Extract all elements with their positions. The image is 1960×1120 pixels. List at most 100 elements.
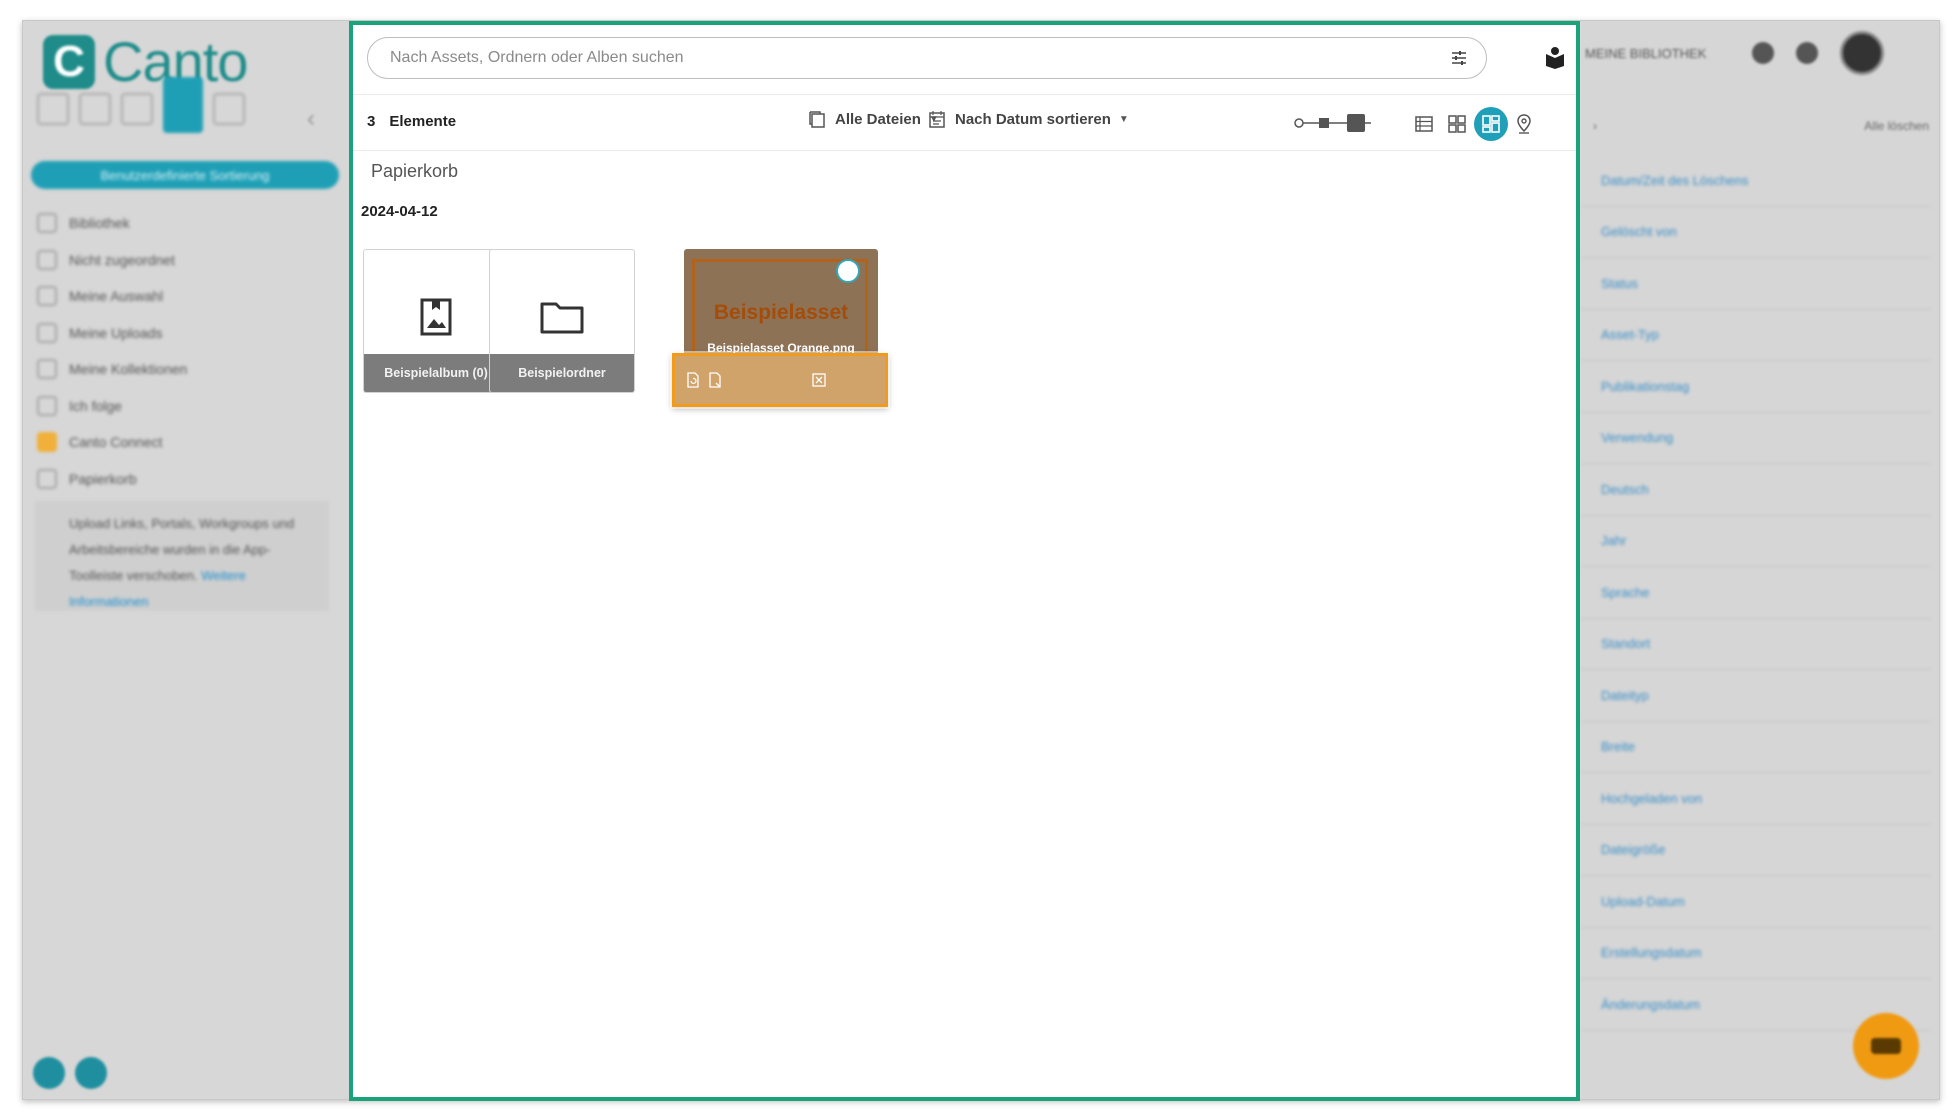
main-content-panel: Nach Assets, Ordnern oder Alben suchen 3… [349,21,1580,1101]
asset-action-bar [672,353,888,407]
select-checkbox[interactable] [836,259,860,283]
sort-dropdown[interactable]: Nach Datum sortieren ▼ [927,109,1129,129]
sidebar-footer [33,1057,107,1089]
filter-item[interactable]: Dateityp [1581,670,1931,722]
sidebar-toolbar [37,77,245,133]
files-icon [809,111,825,128]
sidebar-item-label: Nicht zugeordnet [69,251,175,268]
info-notice: Upload Links, Portals, Workgroups und Ar… [35,501,329,611]
item-count: 3 Elemente [367,113,456,130]
search-placeholder: Nach Assets, Ordnern oder Alben suchen [390,49,684,66]
selection-icon [37,286,57,307]
back-icon[interactable] [37,93,69,125]
filter-item[interactable]: Jahr [1581,516,1931,567]
grid-icon [37,249,57,270]
filter-item[interactable]: Breite [1581,722,1931,773]
calendar-icon [929,111,945,128]
left-sidebar: C Canto ‹ Benutzerdefinierte Sortierung … [23,21,349,1099]
sidebar-item-trash[interactable]: Papierkorb [37,461,337,498]
help-circle-icon[interactable] [1752,42,1775,64]
file-type-label: Alle Dateien [835,110,921,128]
list-view-icon [1415,116,1433,132]
filter-item[interactable]: Asset-Typ [1581,310,1931,361]
expand-filters-icon[interactable]: › [1593,119,1597,133]
folder-icon [540,302,584,334]
map-pin-icon [1517,114,1531,134]
sidebar-item-label: Ich folge [69,397,122,414]
sidebar-nav: Bibliothek Nicht zugeordnet Meine Auswah… [37,205,337,497]
canto-logo[interactable]: C Canto [43,29,248,94]
tile-label: Beispielalbum (0) [364,354,508,392]
filter-item[interactable]: Upload-Datum [1581,876,1931,928]
tag-icon[interactable] [121,93,153,125]
album-tile[interactable]: Beispielalbum (0) [363,249,509,393]
sidebar-item-canto-connect[interactable]: Canto Connect [37,424,337,461]
support-chat-button[interactable] [1853,1013,1919,1079]
breadcrumb[interactable]: Papierkorb [371,161,458,182]
right-filter-panel: MEINE BIBLIOTHEK › Alle löschen Datum/Ze… [1581,21,1939,1099]
map-view-button[interactable] [1507,107,1541,141]
list-view-button[interactable] [1407,107,1441,141]
restore-icon[interactable] [685,372,701,388]
delete-permanently-icon[interactable] [811,372,827,388]
chat-bubble-icon [1871,1038,1901,1054]
filter-item[interactable]: Erstellungsdatum [1581,928,1931,979]
table-view-icon[interactable] [79,93,111,125]
thumbnail-size-slider[interactable] [1291,111,1375,135]
custom-sort-button[interactable]: Benutzerdefinierte Sortierung [31,161,339,189]
filter-sliders-icon[interactable] [1450,49,1468,67]
filter-item[interactable]: Gelöscht von [1581,207,1931,258]
masonry-view-button[interactable] [1474,107,1508,141]
filter-header: › Alle löschen [1593,119,1929,133]
sidebar-item-unassigned[interactable]: Nicht zugeordnet [37,242,337,279]
library-icon [37,213,57,234]
follow-icon [37,395,57,416]
collapse-sidebar-icon[interactable]: ‹ [307,105,315,133]
sidebar-item-my-collections[interactable]: Meine Kollektionen [37,351,337,388]
chevron-down-icon: ▼ [1118,113,1129,125]
share-icon[interactable] [213,93,245,125]
sidebar-item-label: Meine Kollektionen [69,361,188,378]
library-selector[interactable]: MEINE BIBLIOTHEK [1585,46,1706,61]
filter-item[interactable]: Verwendung [1581,413,1931,464]
tile-label: Beispielordner [490,354,634,392]
sidebar-item-label: Papierkorb [69,470,137,487]
search-input[interactable]: Nach Assets, Ordnern oder Alben suchen [367,37,1487,79]
sidebar-item-library[interactable]: Bibliothek [37,205,337,242]
sort-label: Nach Datum sortieren [955,110,1111,128]
sidebar-item-label: Meine Uploads [69,324,163,341]
file-type-dropdown[interactable]: Alle Dateien ▼ [807,109,939,129]
tree-icon[interactable] [163,77,203,133]
grid-view-button[interactable] [1440,107,1474,141]
chat-icon[interactable] [75,1057,107,1089]
file-info-icon[interactable] [707,372,723,388]
help-icon[interactable] [33,1057,65,1089]
sidebar-item-my-selection[interactable]: Meine Auswahl [37,278,337,315]
connect-icon [37,432,57,453]
heart-icon [37,359,57,380]
canto-logo-mark: C [43,34,95,89]
bell-icon[interactable] [1796,42,1819,64]
filter-item[interactable]: Standort [1581,619,1931,670]
trash-icon [37,468,57,489]
filter-item[interactable]: Publikationstag [1581,361,1931,413]
sidebar-item-my-uploads[interactable]: Meine Uploads [37,315,337,352]
sidebar-item-following[interactable]: Ich folge [37,388,337,425]
filter-item[interactable]: Datum/Zeit des Löschens [1581,155,1931,207]
filter-item[interactable]: Hochgeladen von [1581,773,1931,825]
masonry-view-icon [1482,115,1500,133]
filter-item[interactable]: Deutsch [1581,464,1931,516]
clear-all-filters[interactable]: Alle löschen [1864,119,1929,133]
album-icon [420,298,452,336]
avatar[interactable] [1840,31,1885,75]
filter-item[interactable]: Status [1581,258,1931,310]
filter-item[interactable]: Dateigröße [1581,825,1931,876]
filter-list: Datum/Zeit des Löschens Gelöscht von Sta… [1581,155,1931,1031]
folder-tile[interactable]: Beispielordner [489,249,635,393]
sidebar-item-label: Bibliothek [69,215,130,232]
item-count-number: 3 [367,113,376,130]
filter-item[interactable]: Sprache [1581,567,1931,619]
upload-icon [37,322,57,343]
grid-view-icon [1448,115,1466,133]
library-book-icon[interactable] [1543,45,1567,69]
